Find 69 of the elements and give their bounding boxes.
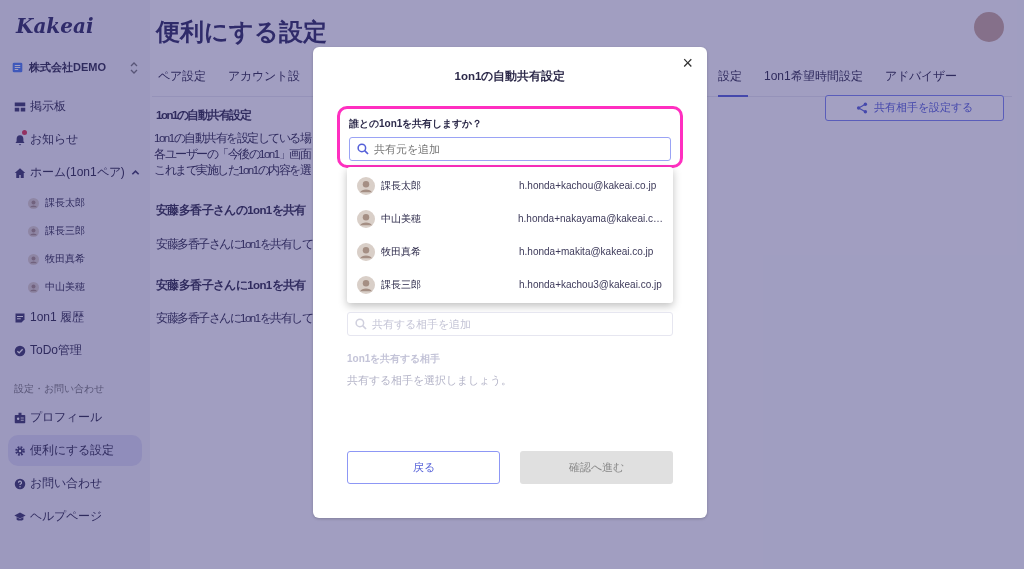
sidebar-item[interactable]: 掲示板 xyxy=(8,91,142,122)
dialog-title: 1on1の自動共有設定 xyxy=(453,69,567,84)
id-card-icon xyxy=(14,411,26,424)
group-text: 安藤多香子さんに1on1を共有して xyxy=(156,236,314,252)
tab[interactable]: 1on1希望時間設定 xyxy=(758,68,869,97)
option-name[interactable]: 課長太郎 xyxy=(381,178,513,193)
description-line: 1on1の自動共有を設定している場 xyxy=(154,131,311,147)
sidebar-item[interactable]: 便利にする設定 xyxy=(8,435,142,466)
option-email[interactable]: h.honda+makita@kakeai.co.jp xyxy=(519,246,654,257)
avatar-icon xyxy=(28,197,39,209)
hint-text: 共有する相手を選択しましょう。 xyxy=(347,374,513,388)
avatar-icon xyxy=(357,176,375,195)
sidebar-item[interactable]: お知らせ xyxy=(8,124,142,155)
description-line: 各ユーザーの「今後の1on1」画面 xyxy=(154,147,311,163)
company-name: 株式会社DEMO xyxy=(29,60,106,75)
sidebar-item[interactable]: 1on1 履歴 xyxy=(8,302,142,333)
sidebar-item[interactable]: ヘルプページ xyxy=(8,501,142,532)
option-name[interactable]: 牧田真希 xyxy=(381,244,513,259)
sidebar-subitem[interactable]: 牧田真希 xyxy=(8,246,142,272)
sidebar-subitem[interactable]: 課長三郎 xyxy=(8,218,142,244)
option-name[interactable]: 課長三郎 xyxy=(381,277,513,292)
search-icon xyxy=(357,143,369,155)
graduation-cap-icon xyxy=(14,510,26,523)
help-icon xyxy=(14,477,26,490)
building-icon xyxy=(12,62,23,73)
option-name[interactable]: 中山美穂 xyxy=(381,211,513,226)
avatar-icon xyxy=(357,209,375,228)
share-button[interactable]: 共有相手を設定する xyxy=(825,95,1004,121)
avatar-icon xyxy=(28,225,39,237)
section-title: 1on1の自動共有設定 xyxy=(156,107,252,123)
option-email[interactable]: h.honda+nakayama@kakeai.c… xyxy=(518,213,663,224)
chevron-icon[interactable] xyxy=(130,168,140,177)
tab[interactable]: アカウント設 xyxy=(222,68,306,97)
note-icon xyxy=(14,311,26,324)
sidebar-subitem[interactable]: 中山美穂 xyxy=(8,274,142,300)
gear-icon xyxy=(14,444,26,457)
sidebar-item[interactable]: お問い合わせ xyxy=(8,468,142,499)
page-title: 便利にする設定 xyxy=(156,17,327,47)
description-line: これまで実施した1on1の内容を選 xyxy=(154,163,311,179)
share-icon xyxy=(856,102,868,114)
back-button[interactable]: 戻る xyxy=(347,451,500,484)
avatar-icon xyxy=(28,253,39,265)
check-circle-icon xyxy=(14,344,26,357)
sidebar-item[interactable]: ホーム(1on1ペア) xyxy=(8,157,142,188)
tab[interactable]: アドバイザー xyxy=(878,68,963,97)
home-icon xyxy=(14,166,26,179)
avatar-icon xyxy=(357,275,375,294)
sidebar-subitem[interactable]: 課長太郎 xyxy=(8,190,142,216)
close-button[interactable]: × xyxy=(678,53,697,74)
group-heading: 安藤多香子さんの1on1を共有 xyxy=(156,202,307,219)
tab[interactable]: 設定 xyxy=(718,68,748,97)
option-email[interactable]: h.honda+kachou3@kakeai.co.jp xyxy=(519,279,662,290)
sidebar-item[interactable]: プロフィール xyxy=(8,402,142,433)
bell-icon xyxy=(14,133,26,146)
tab[interactable]: ペア設定 xyxy=(152,68,212,97)
updown-chevron-icon[interactable] xyxy=(130,61,138,74)
group-text: 安藤多香子さんに1on1を共有して xyxy=(156,311,314,326)
group-heading: 安藤多香子さんに1on1を共有 xyxy=(156,277,307,294)
sidebar-item[interactable]: ToDo管理 xyxy=(8,335,142,366)
avatar-icon xyxy=(357,242,375,261)
field-label: 1on1を共有する相手 xyxy=(347,352,442,366)
board-icon xyxy=(14,100,26,113)
search-field[interactable]: 共有元を追加 xyxy=(349,137,671,161)
avatar-icon xyxy=(28,281,39,293)
notification-dot xyxy=(22,130,27,135)
search-icon xyxy=(355,318,367,330)
logo: Kakeai xyxy=(16,14,95,38)
field-label: 誰との1on1を共有しますか？ xyxy=(349,117,484,131)
option-email[interactable]: h.honda+kachou@kakeai.co.jp xyxy=(519,180,657,191)
